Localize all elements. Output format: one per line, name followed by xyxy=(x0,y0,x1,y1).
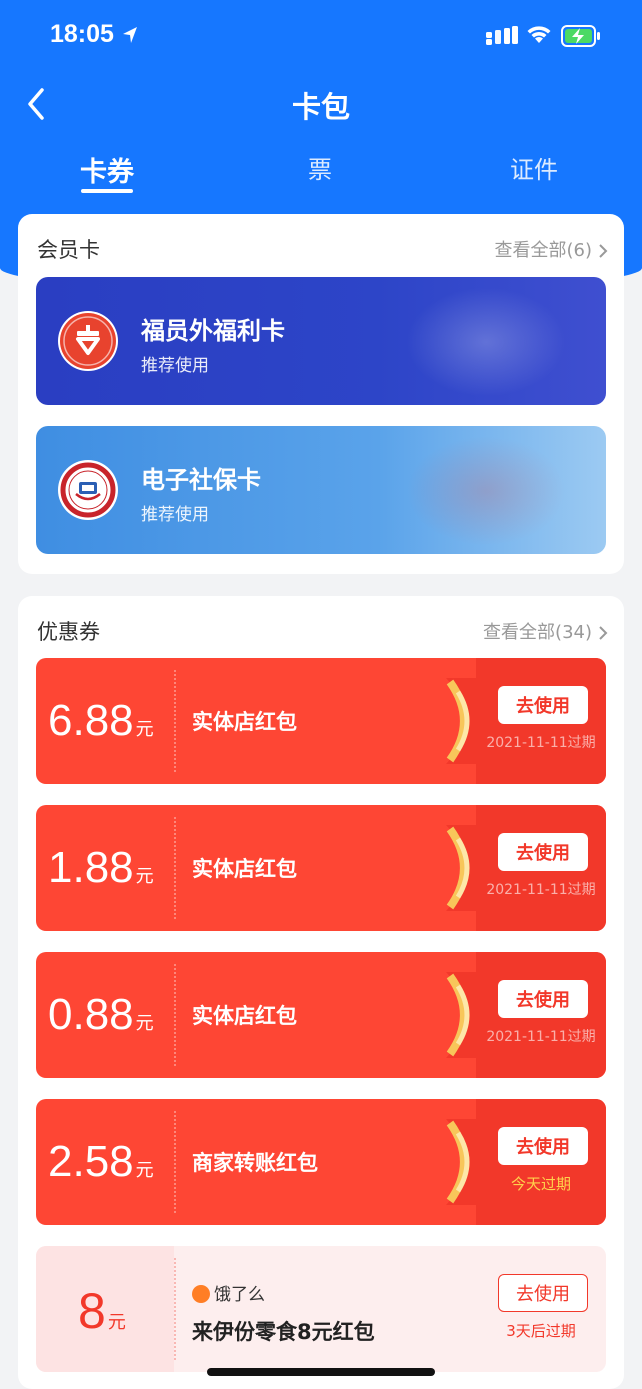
cellular-signal-icon xyxy=(486,26,518,45)
use-coupon-button[interactable]: 去使用 xyxy=(498,833,588,871)
coupon-amount: 2.58 元 xyxy=(48,1137,154,1186)
coupon-amount: 6.88 元 xyxy=(48,696,154,745)
coupon-unit: 元 xyxy=(135,866,154,886)
coupon-expiry: 2021-11-11过期 xyxy=(486,1029,596,1045)
card-subtitle: 推荐使用 xyxy=(141,505,209,525)
card-decoration xyxy=(406,436,566,546)
coupon-divider xyxy=(174,817,176,919)
coupon-unit: 元 xyxy=(135,719,154,739)
coupon-amount: 1.88 元 xyxy=(48,843,154,892)
coupons-view-all-link[interactable]: 查看全部(34) xyxy=(483,618,608,644)
coupon-unit: 元 xyxy=(107,1312,126,1332)
coupon-title: 商家转账红包 xyxy=(192,1151,318,1175)
coupon-title: 实体店红包 xyxy=(192,1004,297,1028)
card-decoration xyxy=(406,287,566,397)
coupons-panel: 优惠券 查看全部(34) 6.88 元 实体店红包 去使用 2021-11-11过… xyxy=(18,596,624,1389)
coupon-amount: 0.88 元 xyxy=(48,990,154,1039)
welfare-card-logo-icon xyxy=(58,311,118,371)
home-indicator xyxy=(207,1368,435,1376)
membership-section-title: 会员卡 xyxy=(37,238,100,262)
card-name: 福员外福利卡 xyxy=(141,317,285,345)
eleme-logo-icon xyxy=(192,1285,210,1303)
coupon-amount: 8元 xyxy=(78,1283,126,1339)
coupon-unit: 元 xyxy=(135,1013,154,1033)
coupon-expiry: 3天后过期 xyxy=(506,1322,576,1340)
card-subtitle: 推荐使用 xyxy=(141,356,209,376)
coupon-expiry: 2021-11-11过期 xyxy=(486,882,596,898)
tab-tickets[interactable]: 票 xyxy=(260,150,380,185)
coupon-divider xyxy=(174,1258,176,1360)
coupon-divider xyxy=(174,1111,176,1213)
status-bar: 18:05 xyxy=(0,0,642,72)
coupon-card[interactable]: 6.88 元 实体店红包 去使用 2021-11-11过期 xyxy=(36,658,606,784)
coupon-unit: 元 xyxy=(135,1160,154,1180)
coupon-card[interactable]: 0.88 元 实体店红包 去使用 2021-11-11过期 xyxy=(36,952,606,1078)
location-arrow-icon xyxy=(123,27,137,43)
use-coupon-button[interactable]: 去使用 xyxy=(498,1127,588,1165)
use-coupon-button[interactable]: 去使用 xyxy=(498,1274,588,1312)
coupon-expiry: 今天过期 xyxy=(510,1175,571,1193)
coupon-title: 实体店红包 xyxy=(192,710,297,734)
coupons-view-all-label: 查看全部(34) xyxy=(483,622,592,643)
social-security-card-logo-icon xyxy=(58,460,118,520)
coupon-card[interactable]: 8元 饿了么 来伊份零食8元红包 去使用 3天后过期 xyxy=(36,1246,606,1372)
wifi-icon xyxy=(527,26,551,43)
chevron-right-icon xyxy=(599,626,608,640)
coupon-title: 来伊份零食8元红包 xyxy=(192,1320,375,1344)
coupons-section-title: 优惠券 xyxy=(37,620,100,644)
battery-charging-icon xyxy=(561,25,600,47)
chevron-right-icon xyxy=(599,244,608,258)
membership-view-all-link[interactable]: 查看全部(6) xyxy=(495,236,609,262)
card-name: 电子社保卡 xyxy=(141,466,261,494)
membership-card-welfare[interactable]: 福员外福利卡 推荐使用 xyxy=(36,277,606,405)
coupon-card[interactable]: 2.58 元 商家转账红包 去使用 今天过期 xyxy=(36,1099,606,1225)
use-coupon-button[interactable]: 去使用 xyxy=(498,980,588,1018)
membership-view-all-label: 查看全部(6) xyxy=(494,240,593,261)
coupon-divider xyxy=(174,670,176,772)
tab-ids[interactable]: 证件 xyxy=(474,150,594,185)
coupon-card[interactable]: 1.88 元 实体店红包 去使用 2021-11-11过期 xyxy=(36,805,606,931)
status-time: 18:05 xyxy=(50,20,114,48)
page-title: 卡包 xyxy=(291,90,350,124)
coupon-divider xyxy=(174,964,176,1066)
membership-panel: 会员卡 查看全部(6) 福员外福利卡 推荐使用 电子社保卡 推荐使用 xyxy=(18,214,624,574)
coupon-title: 实体店红包 xyxy=(192,857,297,881)
coupon-expiry: 2021-11-11过期 xyxy=(486,735,596,751)
tab-coupons[interactable]: 卡券 xyxy=(47,150,167,189)
membership-card-social-security[interactable]: 电子社保卡 推荐使用 xyxy=(36,426,606,554)
active-tab-indicator xyxy=(81,189,133,193)
coupon-brand: 饿了么 xyxy=(192,1280,265,1305)
use-coupon-button[interactable]: 去使用 xyxy=(498,686,588,724)
coupon-brand-name: 饿了么 xyxy=(214,1285,265,1305)
